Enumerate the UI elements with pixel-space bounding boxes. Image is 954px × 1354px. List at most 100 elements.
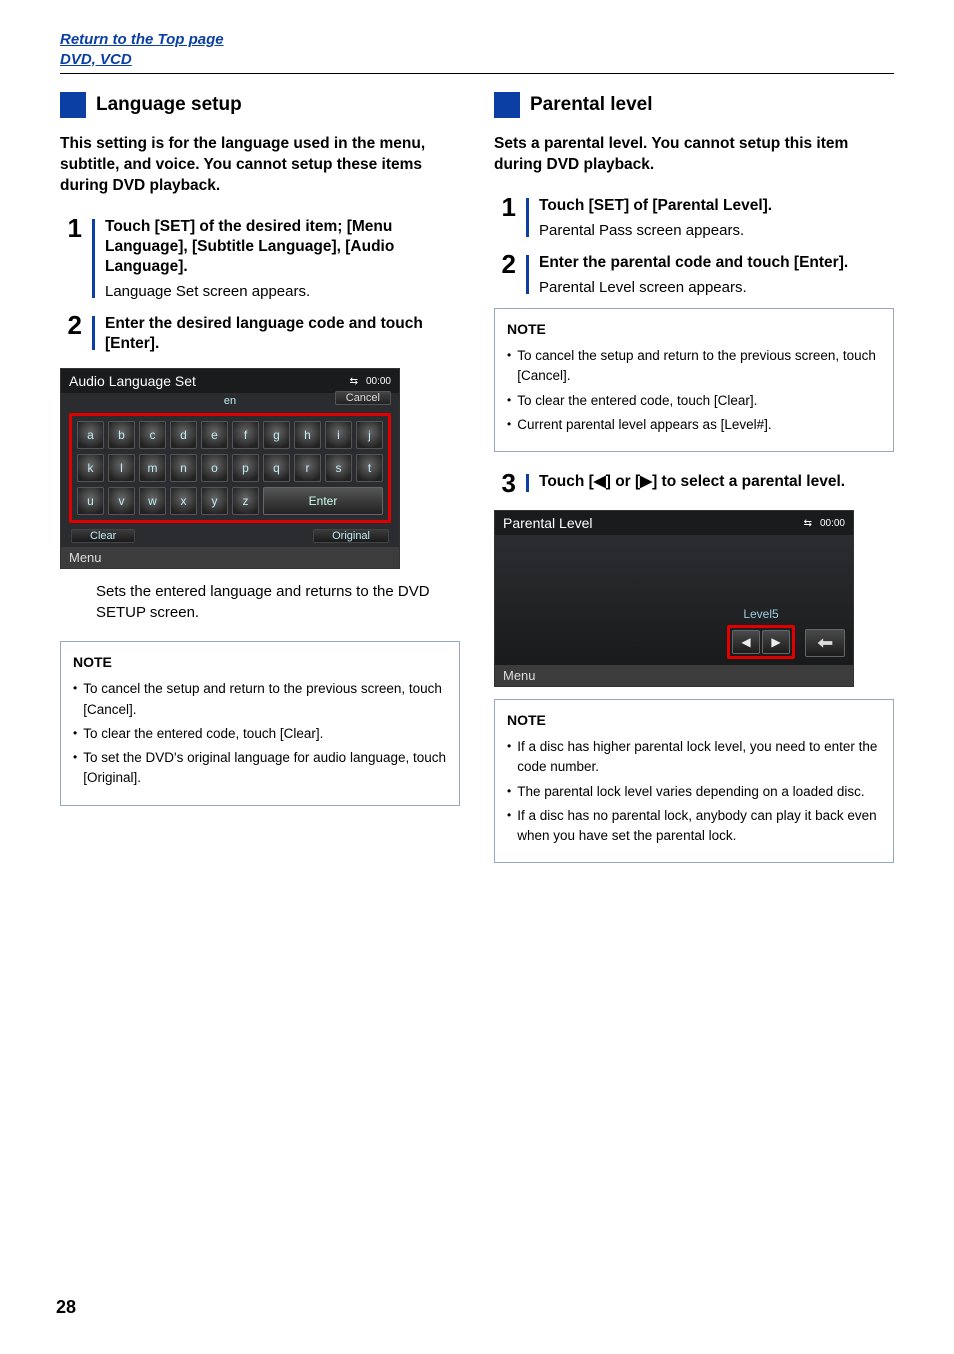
- section-marker-icon: [60, 92, 86, 118]
- note-title: NOTE: [507, 710, 881, 731]
- key-p[interactable]: p: [232, 454, 259, 482]
- back-icon[interactable]: ⇆: [350, 378, 358, 385]
- menu-bar[interactable]: Menu: [495, 665, 853, 686]
- key-n[interactable]: n: [170, 454, 197, 482]
- key-k[interactable]: k: [77, 454, 104, 482]
- screen-title: Audio Language Set: [69, 373, 196, 389]
- step-bar-icon: [92, 316, 95, 350]
- key-h[interactable]: h: [294, 421, 321, 449]
- step-bar-icon: [526, 474, 529, 492]
- prev-button[interactable]: ◀: [732, 630, 760, 654]
- key-g[interactable]: g: [263, 421, 290, 449]
- return-button[interactable]: [805, 629, 845, 657]
- enter-button[interactable]: Enter: [263, 487, 383, 515]
- key-z[interactable]: z: [232, 487, 259, 515]
- key-t[interactable]: t: [356, 454, 383, 482]
- note-item: To cancel the setup and return to the pr…: [507, 346, 881, 387]
- section-title: Parental level: [530, 94, 653, 116]
- note-item: Current parental level appears as [Level…: [507, 415, 881, 435]
- note-item: The parental lock level varies depending…: [507, 782, 881, 802]
- step-1-sub: Language Set screen appears.: [105, 281, 460, 302]
- step-number: 1: [494, 194, 516, 241]
- original-button[interactable]: Original: [313, 529, 389, 543]
- section-link[interactable]: DVD, VCD: [60, 50, 894, 70]
- return-top-link[interactable]: Return to the Top page: [60, 30, 894, 50]
- step-3: 3 Touch [◀] or [▶] to select a parental …: [494, 470, 894, 496]
- divider: [60, 73, 894, 74]
- key-f[interactable]: f: [232, 421, 259, 449]
- top-links: Return to the Top page DVD, VCD: [60, 30, 894, 69]
- key-o[interactable]: o: [201, 454, 228, 482]
- key-a[interactable]: a: [77, 421, 104, 449]
- step-3-text: Touch [◀] or [▶] to select a parental le…: [539, 472, 894, 492]
- key-w[interactable]: w: [139, 487, 166, 515]
- step-bar-icon: [526, 255, 529, 294]
- key-m[interactable]: m: [139, 454, 166, 482]
- key-l[interactable]: l: [108, 454, 135, 482]
- note-item: To clear the entered code, touch [Clear]…: [507, 391, 881, 411]
- key-x[interactable]: x: [170, 487, 197, 515]
- key-e[interactable]: e: [201, 421, 228, 449]
- clear-button[interactable]: Clear: [71, 529, 135, 543]
- step-number: 3: [494, 470, 516, 496]
- key-u[interactable]: u: [77, 487, 104, 515]
- clock: 00:00: [820, 518, 845, 529]
- step-2-sub: Parental Level screen appears.: [539, 277, 894, 298]
- clock: 00:00: [366, 376, 391, 387]
- section-header-parental: Parental level: [494, 92, 894, 118]
- key-i[interactable]: i: [325, 421, 352, 449]
- note-item: To set the DVD's original language for a…: [73, 748, 447, 789]
- cancel-button[interactable]: Cancel: [335, 391, 391, 405]
- step-1-text: Touch [SET] of the desired item; [Menu L…: [105, 217, 460, 277]
- left-column: Language setup This setting is for the l…: [60, 92, 460, 881]
- note-box: NOTE To cancel the setup and return to t…: [60, 641, 460, 805]
- step-1-text: Touch [SET] of [Parental Level].: [539, 196, 894, 216]
- step-1-sub: Parental Pass screen appears.: [539, 220, 894, 241]
- right-column: Parental level Sets a parental level. Yo…: [494, 92, 894, 881]
- keyboard-highlight: abcdefghij klmnopqrst uvwxyzEnter: [69, 413, 391, 523]
- note-box: NOTE To cancel the setup and return to t…: [494, 308, 894, 452]
- step-1: 1 Touch [SET] of the desired item; [Menu…: [60, 215, 460, 302]
- key-s[interactable]: s: [325, 454, 352, 482]
- step-2-text: Enter the desired language code and touc…: [105, 314, 460, 354]
- key-j[interactable]: j: [356, 421, 383, 449]
- intro-text: Sets a parental level. You cannot setup …: [494, 134, 894, 176]
- key-v[interactable]: v: [108, 487, 135, 515]
- key-c[interactable]: c: [139, 421, 166, 449]
- parental-level-screenshot: Parental Level ⇆ 00:00 Level5 ◀ ▶: [494, 510, 894, 687]
- key-q[interactable]: q: [263, 454, 290, 482]
- note-title: NOTE: [507, 319, 881, 340]
- key-r[interactable]: r: [294, 454, 321, 482]
- arrow-highlight: ◀ ▶: [727, 625, 795, 659]
- section-header-language: Language setup: [60, 92, 460, 118]
- lang-code: en: [224, 395, 236, 407]
- note-item: If a disc has no parental lock, anybody …: [507, 806, 881, 847]
- step-number: 2: [494, 251, 516, 298]
- back-icon[interactable]: ⇆: [804, 520, 812, 527]
- key-b[interactable]: b: [108, 421, 135, 449]
- key-d[interactable]: d: [170, 421, 197, 449]
- key-y[interactable]: y: [201, 487, 228, 515]
- section-title: Language setup: [96, 94, 242, 116]
- note-item: To cancel the setup and return to the pr…: [73, 679, 447, 720]
- menu-bar[interactable]: Menu: [61, 547, 399, 568]
- next-button[interactable]: ▶: [762, 630, 790, 654]
- page-number: 28: [56, 1297, 76, 1318]
- level-label: Level5: [743, 607, 778, 621]
- after-screen-text: Sets the entered language and returns to…: [96, 581, 460, 623]
- language-set-screenshot: Audio Language Set ⇆ 00:00 en Cancel abc…: [60, 368, 460, 569]
- screen-title: Parental Level: [503, 515, 593, 531]
- step-2: 2 Enter the parental code and touch [Ent…: [494, 251, 894, 298]
- step-1: 1 Touch [SET] of [Parental Level]. Paren…: [494, 194, 894, 241]
- step-bar-icon: [526, 198, 529, 237]
- note-box: NOTE If a disc has higher parental lock …: [494, 699, 894, 863]
- note-item: To clear the entered code, touch [Clear]…: [73, 724, 447, 744]
- step-2: 2 Enter the desired language code and to…: [60, 312, 460, 354]
- step-2-text: Enter the parental code and touch [Enter…: [539, 253, 894, 273]
- step-number: 2: [60, 312, 82, 354]
- intro-text: This setting is for the language used in…: [60, 134, 460, 197]
- note-title: NOTE: [73, 652, 447, 673]
- note-item: If a disc has higher parental lock level…: [507, 737, 881, 778]
- step-number: 1: [60, 215, 82, 302]
- section-marker-icon: [494, 92, 520, 118]
